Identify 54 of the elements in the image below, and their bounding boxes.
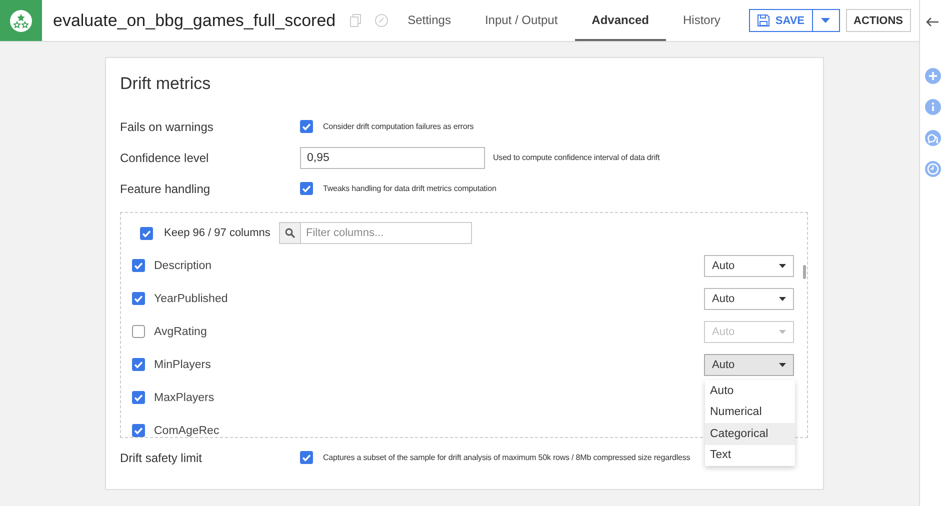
caret-icon	[779, 362, 786, 366]
dropdown-option[interactable]: Numerical	[705, 402, 795, 423]
plus-icon[interactable]	[924, 68, 940, 84]
keep-columns-label: Keep 96 / 97 columns	[164, 227, 272, 239]
dropdown-option[interactable]: Text	[705, 444, 795, 466]
caret-icon	[779, 330, 786, 334]
clock-icon[interactable]	[924, 161, 940, 177]
caret-icon	[779, 296, 786, 300]
type-dropdown[interactable]: Auto	[704, 354, 794, 376]
setting-label: Fails on warnings	[120, 120, 214, 134]
checkbox[interactable]	[300, 451, 313, 464]
type-dropdown[interactable]: Auto	[704, 254, 794, 276]
setting-label: Feature handling	[120, 182, 212, 196]
stars-logo-icon	[10, 10, 32, 32]
setting-description: Consider drift computation failures as errors	[323, 122, 474, 131]
caret-icon	[779, 264, 786, 268]
setting-label: Confidence level	[120, 150, 210, 164]
actions-button[interactable]: ACTIONS	[846, 9, 911, 32]
info-icon[interactable]	[924, 99, 940, 115]
checkbox[interactable]	[300, 182, 313, 195]
recipe-title: evaluate_on_bbg_games_full_scored	[53, 10, 336, 30]
dropdown-option[interactable]: Auto	[705, 380, 795, 402]
checkbox[interactable]	[132, 292, 145, 305]
setting-description: Used to compute confidence interval of data drift	[493, 153, 660, 162]
column-name: ComAgeRec	[154, 424, 220, 436]
checkbox[interactable]	[140, 226, 153, 240]
column-name: AvgRating	[154, 326, 207, 338]
nav-tab[interactable]: Advanced	[574, 0, 666, 41]
checkbox[interactable]	[132, 358, 145, 371]
checkbox[interactable]	[132, 391, 145, 404]
chat-icon[interactable]	[924, 130, 940, 146]
setting-label: Drift safety limit	[120, 450, 204, 464]
checkbox[interactable]	[132, 259, 145, 272]
column-name: MinPlayers	[154, 358, 211, 370]
nav-tab[interactable]: Input / Output	[468, 0, 575, 41]
column-name: YearPublished	[154, 292, 228, 304]
column-name: Description	[154, 260, 212, 272]
nav-tab[interactable]: Settings	[390, 0, 468, 41]
checkbox[interactable]	[132, 424, 145, 437]
app-logo[interactable]	[0, 0, 42, 41]
setting-description: Captures a subset of the sample for drift analysis of maximum 50k rows / 8Mb compressed size regardless	[323, 453, 690, 462]
back-arrow-icon[interactable]	[926, 17, 939, 27]
setting-description: Tweaks handling for data drift metrics computation	[323, 184, 496, 193]
nav-tab[interactable]: History	[666, 0, 738, 41]
search-icon	[285, 228, 295, 238]
type-dropdown[interactable]: Auto	[704, 288, 794, 310]
section-title: Drift metrics	[120, 74, 212, 94]
checkbox[interactable]	[300, 120, 313, 133]
caret-icon	[821, 18, 830, 23]
scrollbar[interactable]	[803, 265, 806, 279]
confidence-input[interactable]: 0,95	[300, 146, 485, 168]
filter-input[interactable]: Filter columns...	[301, 222, 472, 244]
column-name: MaxPlayers	[154, 392, 214, 404]
dropdown-option[interactable]: Categorical	[705, 423, 795, 444]
